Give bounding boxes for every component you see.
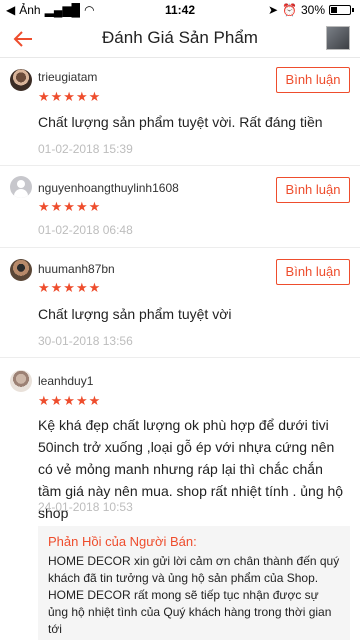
review-item: huumanh87bn ★★★★★ Bình luận Chất lượng s… — [0, 248, 360, 358]
page-title: Đánh Giá Sản Phẩm — [102, 28, 258, 47]
rating-stars: ★★★★★ — [38, 89, 102, 104]
seller-reply: Phản Hồi của Người Bán: HOME DECOR xin g… — [38, 526, 350, 640]
battery-icon — [329, 5, 351, 15]
review-username: trieugiatam — [38, 70, 98, 84]
review-item: nguyenhoangthuylinh1608 ★★★★★ Bình luận … — [0, 166, 360, 248]
product-thumbnail[interactable] — [326, 26, 350, 50]
avatar[interactable] — [10, 259, 32, 281]
status-right: ➤ ⏰ 30% — [268, 3, 354, 17]
comment-button[interactable]: Bình luận — [276, 67, 350, 93]
location-icon: ➤ — [267, 3, 279, 17]
review-username: leanhduy1 — [38, 374, 94, 388]
alarm-icon: ⏰ — [282, 3, 297, 17]
rating-stars: ★★★★★ — [38, 393, 102, 408]
status-bar: ◀ Ảnh ▂▄▆█ ◠ 11:42 ➤ ⏰ 30% — [0, 0, 360, 20]
comment-button[interactable]: Bình luận — [276, 259, 350, 285]
review-date: 01-02-2018 06:48 — [38, 223, 133, 237]
avatar[interactable] — [10, 69, 32, 91]
comment-button[interactable]: Bình luận — [276, 177, 350, 203]
review-date: 30-01-2018 13:56 — [38, 334, 133, 348]
review-date: 01-02-2018 15:39 — [38, 142, 133, 156]
battery-percent: 30% — [300, 3, 325, 17]
battery-tip — [352, 8, 354, 12]
review-item: trieugiatam ★★★★★ Bình luận Chất lượng s… — [0, 59, 360, 166]
seller-reply-title: Phản Hồi của Người Bán: — [48, 534, 197, 549]
review-username: huumanh87bn — [38, 262, 115, 276]
review-comment: Chất lượng sản phẩm tuyệt vời — [38, 306, 232, 322]
review-date: 24-01-2018 10:53 — [38, 500, 133, 514]
avatar[interactable] — [10, 370, 32, 392]
seller-reply-body: HOME DECOR xin gửi lời cảm ơn chân thành… — [48, 554, 340, 636]
review-comment: Chất lượng sản phẩm tuyệt vời. Rất đáng … — [38, 114, 323, 130]
seller-reply-text: HOME DECOR xin gửi lời cảm ơn chân thành… — [48, 553, 340, 640]
rating-stars: ★★★★★ — [38, 199, 102, 214]
rating-stars: ★★★★★ — [38, 280, 102, 295]
avatar[interactable] — [10, 176, 32, 198]
review-username: nguyenhoangthuylinh1608 — [38, 181, 179, 195]
nav-bar: Đánh Giá Sản Phẩm — [0, 20, 360, 58]
